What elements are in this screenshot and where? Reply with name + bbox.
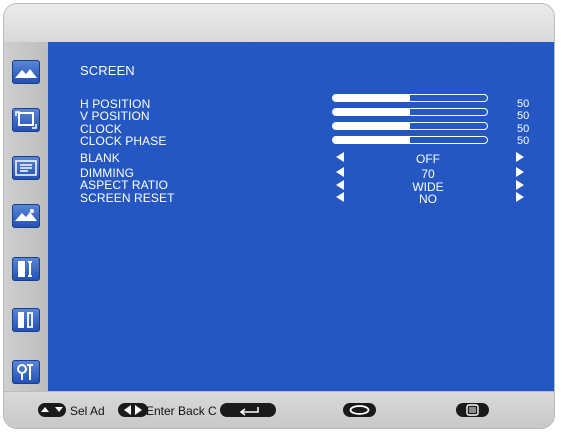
picture-icon[interactable] — [12, 60, 40, 84]
osd-sidebar — [4, 42, 48, 391]
menu-item-clock-phase[interactable]: CLOCK PHASE — [80, 135, 166, 147]
enter-back-hint: Enter Back C — [146, 404, 217, 418]
advanced-icon[interactable] — [12, 308, 40, 332]
v-position-value: 50 — [517, 110, 530, 122]
osd-title-bar — [4, 4, 554, 42]
h-position-slider-fill — [333, 95, 410, 101]
screen-reset-right-arrow-icon[interactable] — [516, 192, 524, 202]
blank-left-arrow-icon[interactable] — [336, 152, 344, 162]
v-position-slider[interactable] — [332, 108, 488, 116]
menu-item-aspect-ratio[interactable]: ASPECT RATIO — [80, 179, 168, 191]
clock-slider[interactable] — [332, 122, 488, 130]
clock-phase-value: 50 — [517, 135, 530, 147]
screen-reset-value: NO — [419, 192, 437, 206]
screen-menu-panel: SCREEN H POSITION V POSITION CLOCK CLOCK… — [48, 42, 554, 391]
page-title: SCREEN — [80, 63, 135, 78]
aspect-ratio-left-arrow-icon[interactable] — [336, 180, 344, 190]
audio-icon[interactable] — [12, 204, 40, 228]
tools-icon[interactable] — [12, 360, 40, 384]
dimming-left-arrow-icon[interactable] — [336, 167, 344, 177]
dimming-right-arrow-icon[interactable] — [516, 167, 524, 177]
menu-key-icon — [456, 403, 489, 417]
blank-value: OFF — [416, 152, 440, 166]
dimming-value: 70 — [421, 167, 435, 181]
h-position-slider[interactable] — [332, 94, 488, 102]
menu-item-v-position[interactable]: V POSITION — [80, 110, 150, 122]
enter-key-icon — [220, 403, 276, 417]
osd-window: SCREEN H POSITION V POSITION CLOCK CLOCK… — [3, 3, 555, 429]
screen-reset-left-arrow-icon[interactable] — [336, 192, 344, 202]
pip-icon[interactable] — [12, 156, 40, 180]
screen-icon[interactable] — [12, 108, 40, 132]
osd-footer: Sel Ad Enter Back C — [4, 391, 554, 428]
clock-slider-fill — [333, 123, 410, 129]
blank-right-arrow-icon[interactable] — [516, 152, 524, 162]
clock-phase-slider-fill — [333, 137, 410, 143]
clock-value: 50 — [517, 123, 530, 135]
clock-phase-slider[interactable] — [332, 136, 488, 144]
sel-key-icon — [38, 403, 66, 417]
menu-item-screen-reset[interactable]: SCREEN RESET — [80, 192, 175, 204]
back-key-icon — [343, 403, 376, 417]
settings-icon[interactable] — [12, 257, 40, 281]
v-position-slider-fill — [333, 109, 410, 115]
aspect-ratio-right-arrow-icon[interactable] — [516, 180, 524, 190]
select-adjust-hint: Sel Ad — [70, 404, 105, 418]
h-position-value: 50 — [517, 98, 530, 110]
left-right-key-icon — [118, 403, 148, 417]
menu-item-blank[interactable]: BLANK — [80, 152, 120, 164]
